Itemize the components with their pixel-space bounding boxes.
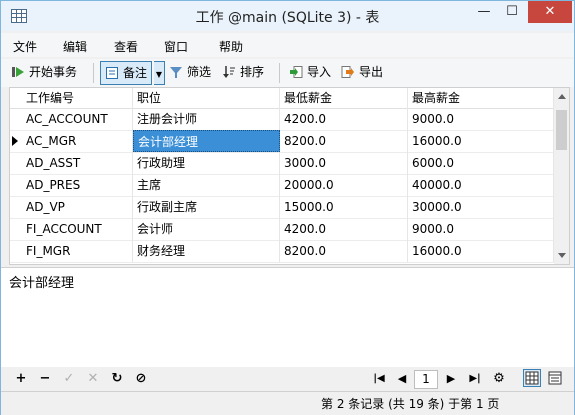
toolbar: 开始事务 备注 ▼ 筛选 排序 导入 导出 [1,59,574,87]
grid-view-icon[interactable] [523,369,541,387]
table-row[interactable]: FI_ACCOUNT 会计师 4200.0 9000.0 [10,218,554,241]
discard-changes-icon[interactable]: ✕ [85,371,101,387]
add-row-icon[interactable]: + [13,371,29,387]
form-view-icon[interactable] [546,369,564,387]
begin-transaction-label: 开始事务 [29,65,78,79]
table-cell[interactable]: 6000.0 [408,152,554,174]
table-cell[interactable]: 会计师 [133,218,280,240]
cell-editor-text[interactable]: 会计部经理 [9,272,74,291]
sort-icon [223,66,235,78]
status-bar: 第 2 条记录 (共 19 条) 于第 1 页 [1,391,574,415]
sort-label: 排序 [240,65,265,79]
app-window: 工作 @main (SQLite 3) - 表 — ☐ ✕ 文件 编辑 查看 窗… [0,0,575,415]
table-cell[interactable]: AC_MGR [22,130,133,152]
table-cell[interactable]: AD_PRES [22,174,133,196]
chevron-down-icon: ▼ [155,70,163,79]
table-cell[interactable]: 3000.0 [280,152,408,174]
toolbar-separator [93,63,94,83]
memo-label: 备注 [123,66,148,80]
last-page-icon[interactable]: ▶| [467,371,483,387]
table-cell[interactable]: 40000.0 [408,174,554,196]
grid-header: 工作编号 职位 最低薪金 最高薪金 [10,88,554,109]
menu-help[interactable]: 帮助 [219,38,243,55]
begin-transaction-button[interactable]: 开始事务 [11,61,77,83]
table-cell[interactable]: 4200.0 [280,108,408,130]
export-icon [341,66,354,78]
title-bar: 工作 @main (SQLite 3) - 表 — ☐ ✕ [1,1,574,31]
scrollbar-thumb[interactable] [556,110,567,150]
current-row-indicator [12,136,18,146]
table-cell[interactable]: 30000.0 [408,196,554,218]
previous-page-icon[interactable]: ◀ [394,371,410,387]
table-cell[interactable]: 20000.0 [280,174,408,196]
menu-edit[interactable]: 编辑 [63,38,87,55]
scroll-up-icon[interactable] [558,94,566,99]
apply-changes-icon[interactable]: ✓ [61,371,77,387]
selected-cell[interactable]: 会计部经理 [133,130,280,152]
next-page-icon[interactable]: ▶ [443,371,459,387]
memo-icon [106,67,118,79]
menu-view[interactable]: 查看 [114,38,138,55]
sort-button[interactable]: 排序 [222,61,264,83]
table-cell[interactable]: 9000.0 [408,108,554,130]
column-header[interactable]: 工作编号 [22,88,133,108]
table-cell[interactable]: 9000.0 [408,218,554,240]
table-cell[interactable]: 注册会计师 [133,108,280,130]
menu-file[interactable]: 文件 [13,38,37,55]
stop-icon[interactable]: ⊘ [133,371,149,387]
table-cell[interactable]: 16000.0 [408,240,554,262]
delete-row-icon[interactable]: − [37,371,53,387]
toolbar-separator [279,63,280,83]
table-cell[interactable]: 4200.0 [280,218,408,240]
scroll-down-icon[interactable] [558,253,566,258]
column-header[interactable]: 最低薪金 [280,88,408,108]
filter-label: 筛选 [187,65,212,79]
table-cell[interactable]: 8200.0 [280,130,408,152]
table-cell[interactable]: FI_MGR [22,240,133,262]
navigation-bar: + − ✓ ✕ ↻ ⊘ |◀ ◀ 1 ▶ ▶| ⚙ [1,367,574,391]
table-row[interactable]: AD_ASST 行政助理 3000.0 6000.0 [10,152,554,175]
column-header[interactable]: 最高薪金 [408,88,554,108]
table-cell[interactable]: 行政副主席 [133,196,280,218]
table-row[interactable]: AD_VP 行政副主席 15000.0 30000.0 [10,196,554,219]
table-cell[interactable]: 主席 [133,174,280,196]
memo-button[interactable]: 备注 [100,61,153,85]
table-row[interactable]: AD_PRES 主席 20000.0 40000.0 [10,174,554,197]
memo-dropdown-button[interactable]: ▼ [154,61,165,85]
table-row-selected[interactable]: AC_MGR 会计部经理 8200.0 16000.0 [10,130,554,153]
table-cell[interactable]: 行政助理 [133,152,280,174]
import-label: 导入 [307,65,332,79]
refresh-icon[interactable]: ↻ [109,371,125,387]
table-cell[interactable]: 8200.0 [280,240,408,262]
export-button[interactable]: 导出 [341,61,383,83]
table-cell[interactable]: 财务经理 [133,240,280,262]
export-label: 导出 [359,65,384,79]
menu-window[interactable]: 窗口 [164,38,188,55]
table-cell[interactable]: AD_VP [22,196,133,218]
close-button[interactable]: ✕ [528,1,572,23]
import-button[interactable]: 导入 [289,61,331,83]
cell-editor[interactable]: 会计部经理 [1,267,574,368]
first-page-icon[interactable]: |◀ [371,371,387,387]
menu-bar: 文件 编辑 查看 窗口 帮助 [1,33,574,57]
minimize-button[interactable]: — [470,1,498,23]
page-number-input[interactable]: 1 [414,370,438,389]
table-cell[interactable]: 16000.0 [408,130,554,152]
table-row[interactable]: FI_MGR 财务经理 8200.0 16000.0 [10,240,554,263]
column-header[interactable]: 职位 [133,88,280,108]
data-grid: 工作编号 职位 最低薪金 最高薪金 AC_ACCOUNT 注册会计师 4200.… [9,87,570,265]
record-status: 第 2 条记录 (共 19 条) 于第 1 页 [321,397,500,411]
filter-button[interactable]: 筛选 [169,61,211,83]
filter-icon [170,67,182,78]
gear-icon[interactable]: ⚙ [491,371,507,387]
table-cell[interactable]: FI_ACCOUNT [22,218,133,240]
import-icon [290,66,303,78]
table-cell[interactable]: AC_ACCOUNT [22,108,133,130]
table-cell[interactable]: AD_ASST [22,152,133,174]
maximize-button[interactable]: ☐ [498,1,526,23]
table-cell[interactable]: 15000.0 [280,196,408,218]
play-icon [12,67,24,77]
vertical-scrollbar[interactable] [554,88,569,264]
table-row[interactable]: AC_ACCOUNT 注册会计师 4200.0 9000.0 [10,108,554,131]
